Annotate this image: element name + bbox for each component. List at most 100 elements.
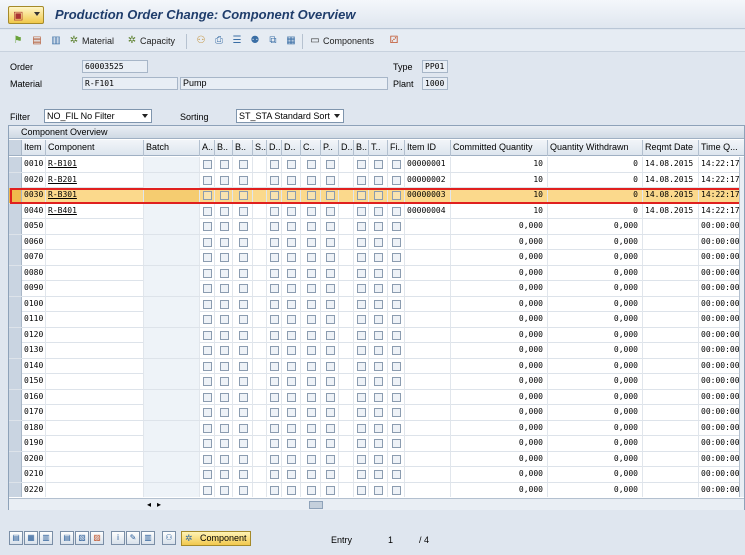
checkbox[interactable] [270,222,279,231]
vertical-scrollbar[interactable] [739,157,744,497]
component-cell[interactable] [46,327,144,343]
component-cell[interactable] [46,482,144,497]
table-row[interactable]: 0060 0,000 0,000 00:00:00 [9,234,744,250]
batch-cell[interactable] [144,467,200,482]
checkbox[interactable] [203,315,212,324]
table-row[interactable]: 0010 R-B101 00000001 10 0 14.08.2015 14:22:17 [9,157,744,173]
checkbox[interactable] [270,423,279,433]
quantity-withdrawn-cell[interactable]: 0,000 [548,389,643,405]
quantity-withdrawn-cell[interactable]: 0 [548,203,643,219]
checkbox[interactable] [239,222,248,231]
checkbox[interactable] [203,299,212,309]
capacity-button[interactable]: Capacity [140,34,175,49]
checkbox[interactable] [326,253,335,262]
row-selector[interactable] [9,312,22,327]
checkbox[interactable] [374,160,383,169]
checkbox[interactable] [287,222,296,231]
checkbox[interactable] [220,191,229,200]
checkbox[interactable] [287,361,296,371]
quantity-withdrawn-cell[interactable]: 0,000 [548,281,643,296]
checkbox[interactable] [374,377,383,386]
checkbox[interactable] [326,222,335,231]
batch-cell[interactable] [144,219,200,234]
checkbox[interactable] [220,423,229,433]
checkbox[interactable] [357,268,366,278]
row-selector[interactable] [9,203,22,219]
requirement-date-cell[interactable]: 14.08.2015 [643,157,699,172]
scroll-left-icon[interactable]: ◂ [147,500,151,509]
table-row[interactable]: 0020 R-B201 00000002 10 0 14.08.2015 14:22:17 [9,172,744,188]
plant-field[interactable]: 1000 [422,77,448,90]
checkbox[interactable] [287,175,296,185]
horizontal-scrollbar[interactable]: ◂ ▸ [9,498,744,510]
requirement-date-cell[interactable]: 14.08.2015 [643,188,699,203]
requirement-date-cell[interactable] [643,234,699,250]
row-selector[interactable] [9,374,22,389]
checkbox[interactable] [270,454,279,464]
checkbox[interactable] [307,454,316,464]
checkbox[interactable] [374,470,383,479]
batch-cell[interactable] [144,203,200,219]
where-used-icon[interactable]: ⚇ [162,531,176,545]
checkbox[interactable] [357,485,366,495]
component-cell[interactable]: R-B101 [46,157,144,172]
checkbox[interactable] [220,237,229,247]
batch-cell[interactable] [144,157,200,172]
committed-quantity-cell[interactable]: 10 [451,203,548,219]
checkbox[interactable] [270,439,279,448]
time-cell[interactable]: 14:22:17 [699,157,744,172]
checkbox[interactable] [287,408,296,417]
row-selector[interactable] [9,281,22,296]
checkbox[interactable] [287,160,296,169]
time-cell[interactable]: 00:00:00 [699,297,744,312]
checkbox[interactable] [239,315,248,324]
checkbox[interactable] [220,315,229,324]
checkbox[interactable] [326,408,335,417]
checkbox[interactable] [357,237,366,247]
checkbox[interactable] [203,439,212,448]
checkbox[interactable] [203,361,212,371]
checkbox[interactable] [307,330,316,340]
checkbox[interactable] [307,206,316,216]
checkbox[interactable] [392,485,401,495]
checkbox[interactable] [307,175,316,185]
table-row[interactable]: 0200 0,000 0,000 00:00:00 [9,451,744,467]
system-menu-button[interactable]: ▣ [8,6,44,24]
checkbox[interactable] [326,315,335,324]
checkbox[interactable] [392,423,401,433]
committed-quantity-cell[interactable]: 0,000 [451,250,548,265]
checkbox[interactable] [220,253,229,262]
checkbox[interactable] [203,330,212,340]
row-selector[interactable] [9,188,22,203]
checkbox[interactable] [270,268,279,278]
component-cell[interactable] [46,265,144,281]
time-cell[interactable]: 00:00:00 [699,421,744,436]
checkbox[interactable] [239,408,248,417]
requirement-date-cell[interactable] [643,389,699,405]
checkbox[interactable] [220,485,229,495]
checkbox[interactable] [220,439,229,448]
quantity-withdrawn-cell[interactable]: 0,000 [548,420,643,436]
batch-cell[interactable] [144,265,200,281]
row-selector[interactable] [9,467,22,482]
checkbox[interactable] [307,253,316,262]
committed-quantity-cell[interactable]: 0,000 [451,327,548,343]
checkbox[interactable] [374,253,383,262]
checkbox[interactable] [357,439,366,448]
checkbox[interactable] [374,361,383,371]
time-cell[interactable]: 00:00:00 [699,343,744,358]
time-cell[interactable]: 00:00:00 [699,483,744,498]
checkbox[interactable] [357,408,366,417]
checkbox[interactable] [203,346,212,355]
checkbox[interactable] [392,439,401,448]
requirement-date-cell[interactable] [643,482,699,497]
column-header[interactable]: Item [22,140,46,156]
checkbox[interactable] [357,222,366,231]
checkbox[interactable] [287,206,296,216]
checkbox[interactable] [392,222,401,231]
table-row[interactable]: 0190 0,000 0,000 00:00:00 [9,436,744,452]
checkbox[interactable] [220,330,229,340]
components-button[interactable]: Components [323,34,374,49]
checkbox[interactable] [203,237,212,247]
checkbox[interactable] [392,470,401,479]
